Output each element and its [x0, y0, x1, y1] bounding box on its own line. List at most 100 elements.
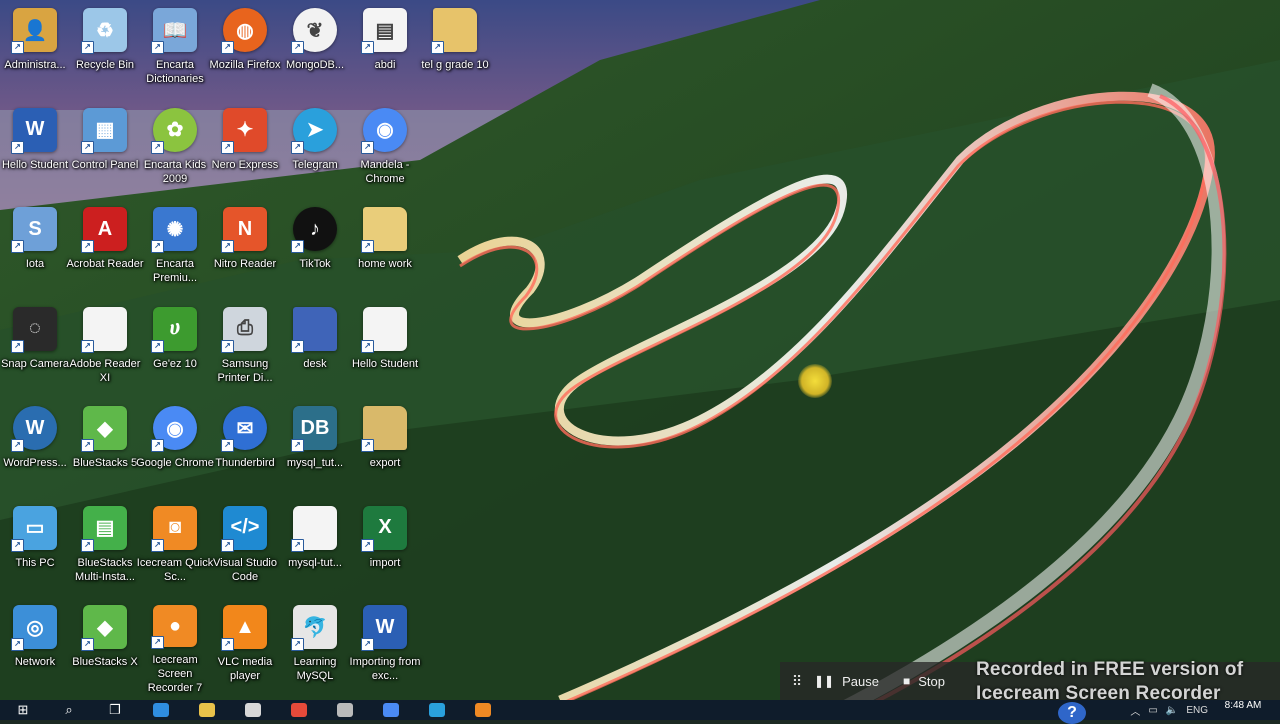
taskbar-clock[interactable]: 8:48 AM — [1218, 700, 1268, 712]
taskbar: ⊞ ⌕ ❐ ︿ ▭ 🔈 ENG — [0, 700, 1280, 720]
desktop-icon-iota-app[interactable]: S ↗ Iota — [0, 201, 70, 297]
chrome-icon — [383, 703, 399, 717]
tray-chevron-icon[interactable]: ︿ — [1130, 703, 1140, 718]
desktop-icon-label: Control Panel — [71, 158, 139, 171]
desktop-icon-blank-document[interactable]: ↗ Hello Student — [350, 301, 420, 397]
blank-document-icon: ↗ — [291, 505, 337, 552]
language-indicator[interactable]: ENG — [1186, 705, 1208, 716]
taskbar-app-icon[interactable] — [322, 700, 368, 720]
taskbar-chrome-icon[interactable] — [276, 700, 322, 720]
desktop-icon-chrome[interactable]: ◉ ↗ Google Chrome — [136, 400, 214, 496]
desktop-icon-recycle-bin[interactable]: ♻ ↗ Recycle Bin — [70, 2, 140, 98]
desktop-icon-document[interactable]: ↗ Adobe Reader XI — [70, 301, 140, 397]
desktop-icon-acrobat[interactable]: A ↗ Acrobat Reader — [66, 201, 144, 297]
pause-button[interactable]: ❚❚ Pause — [814, 674, 879, 689]
network-icon: ◎ ↗ — [11, 605, 57, 651]
desktop-icon-tiktok[interactable]: ♪ ↗ TikTok — [280, 201, 350, 297]
help-icon[interactable]: ? — [1058, 702, 1086, 724]
taskbar-search-icon[interactable]: ⌕ — [46, 700, 92, 720]
taskbar-icecream-icon[interactable] — [460, 700, 506, 720]
desktop-icon-user-folder[interactable]: 👤 ↗ Administra... — [0, 2, 70, 98]
drag-handle-icon[interactable]: ⠿ — [780, 673, 814, 690]
desktop-icon-telegram[interactable]: ➤ ↗ Telegram — [280, 102, 350, 198]
recorder-watermark: Recorded in FREE version of Icecream Scr… — [976, 659, 1244, 704]
desktop-icon-label: Ge'ez 10 — [153, 357, 197, 370]
desktop-icon-blank-document[interactable]: ↗ mysql-tut... — [280, 500, 350, 596]
desktop-icon-mongodb-leaf[interactable]: ❦ ↗ MongoDB... — [280, 2, 350, 98]
desktop-icon-folder[interactable]: ↗ tel g grade 10 — [420, 2, 490, 98]
desktop-icon-firefox[interactable]: ◍ ↗ Mozilla Firefox — [210, 2, 280, 98]
stop-button[interactable]: ■ Stop — [903, 674, 945, 689]
shortcut-arrow-icon: ↗ — [291, 439, 304, 452]
desktop-icon-control-panel[interactable]: ▦ ↗ Control Panel — [70, 102, 140, 198]
desktop-icon-bluestacks-multi[interactable]: ▤ ↗ BlueStacks Multi-Insta... — [70, 500, 140, 596]
desktop-icon-mysql-book[interactable]: 🐬 ↗ Learning MySQL — [280, 599, 350, 695]
vscode-icon: </> ↗ — [221, 505, 267, 552]
shortcut-arrow-icon: ↗ — [291, 339, 304, 353]
desktop-icon-label: Telegram — [292, 158, 338, 171]
blank-document-icon: ↗ — [361, 306, 407, 353]
desktop-icon-vscode[interactable]: </> ↗ Visual Studio Code — [210, 500, 280, 596]
stop-label: Stop — [918, 673, 945, 689]
desktop-icon-book[interactable]: 📖 ↗ Encarta Dictionaries — [140, 2, 210, 98]
desktop-icon-vlc-cone[interactable]: ▲ ↗ VLC media player — [210, 599, 280, 695]
edge-icon — [153, 703, 169, 717]
desktop-icon-folder[interactable]: ↗ export — [350, 400, 420, 496]
taskbar-telegram-icon[interactable] — [414, 700, 460, 720]
desktop-icon-nitro[interactable]: N ↗ Nitro Reader — [210, 201, 280, 297]
desktop-icon-label: Iota — [25, 258, 45, 270]
shortcut-arrow-icon: ↗ — [361, 140, 374, 154]
user-folder-icon: 👤 ↗ — [11, 8, 57, 54]
taskbar-edge-icon[interactable] — [138, 700, 184, 720]
taskbar-windows-start-icon[interactable]: ⊞ — [0, 700, 46, 720]
desktop-icon-mysql-doc[interactable]: DB ↗ mysql_tut... — [280, 400, 350, 496]
taskbar-store-icon[interactable] — [230, 700, 276, 720]
desktop-icon-label: Mozilla Firefox — [209, 59, 281, 71]
desktop-icon-excel-file[interactable]: X ↗ import — [350, 500, 420, 596]
desktop-icon-thunderbird[interactable]: ✉ ↗ Thunderbird — [210, 400, 280, 496]
desktop-icon-encarta-kids[interactable]: ✿ ↗ Encarta Kids 2009 — [140, 102, 210, 198]
desktop-icon-encarta[interactable]: ✺ ↗ Encarta Premiu... — [140, 201, 210, 297]
desktop-icon-label: abdi — [374, 59, 396, 71]
shortcut-arrow-icon: ↗ — [221, 140, 234, 154]
desktop-icon-folder[interactable]: ↗ desk — [280, 301, 350, 397]
desktop-icon-printer[interactable]: ⎙ ↗ Samsung Printer Di... — [210, 301, 280, 397]
desktop-icon-geez[interactable]: ሀ ↗ Ge'ez 10 — [140, 301, 210, 397]
desktop-icon-wordpress[interactable]: W ↗ WordPress... — [0, 400, 70, 496]
shortcut-arrow-icon: ↗ — [151, 339, 164, 353]
desktop-icon-label: MongoDB... — [285, 59, 345, 71]
desktop-icon-snap-camera[interactable]: ◌ ↗ Snap Camera — [0, 301, 70, 397]
volume-icon[interactable]: 🔈 — [1166, 705, 1178, 716]
desktop-icon-label: mysql-tut... — [288, 556, 342, 569]
desktop-icon-computer[interactable]: ▭ ↗ This PC — [0, 500, 70, 596]
desktop-icon-label: Samsung Printer Di... — [217, 357, 273, 384]
wordpress-icon: W ↗ — [11, 406, 57, 452]
desktop-icon-document-image[interactable]: ▤ ↗ abdi — [350, 2, 420, 98]
shortcut-arrow-icon: ↗ — [291, 140, 304, 154]
desktop-icon-label: Encarta Kids 2009 — [143, 158, 207, 185]
desktop-icon-folder-docs[interactable]: ↗ home work — [350, 201, 420, 297]
desktop-icon-word-doc[interactable]: W ↗ Hello Student — [0, 102, 70, 198]
shortcut-arrow-icon: ↗ — [361, 638, 374, 651]
taskbar-task-view-icon[interactable]: ❐ — [92, 700, 138, 720]
desktop-icon-word-doc[interactable]: W ↗ Importing from exc... — [350, 599, 420, 695]
taskbar-file-explorer-icon[interactable] — [184, 700, 230, 720]
desktop-icon-label: TikTok — [299, 258, 331, 270]
network-tray-icon[interactable]: ▭ — [1148, 705, 1157, 716]
recycle-bin-icon: ♻ ↗ — [81, 8, 127, 54]
desktop-icon-grid: 👤 ↗ Administra... ♻ ↗ Recycle Bin 📖 ↗ Encarta Di… — [0, 0, 489, 700]
desktop-icon-bluestacks-x[interactable]: ◆ ↗ BlueStacks X — [70, 599, 140, 695]
desktop-icon-bluestacks[interactable]: ◆ ↗ BlueStacks 5 — [70, 400, 140, 496]
desktop-icon-icecream-camera[interactable]: ◙ ↗ Icecream Quick Sc... — [137, 500, 213, 596]
desktop-icon-nero[interactable]: ✦ ↗ Nero Express — [210, 102, 280, 198]
taskbar-chrome-icon[interactable] — [368, 700, 414, 720]
desktop-icon-label: WordPress... — [3, 457, 67, 469]
desktop-icon-label: Icecream Quick Sc... — [136, 556, 214, 583]
desktop-icon-label: BlueStacks Multi-Insta... — [75, 556, 135, 583]
desktop-icon-chrome-profile[interactable]: ◉ ↗ Mandela - Chrome — [350, 102, 420, 198]
desktop-icon-network[interactable]: ◎ ↗ Network — [0, 599, 70, 695]
computer-icon: ▭ ↗ — [11, 505, 57, 552]
desktop-icon-icecream-recorder[interactable]: ● ↗ Icecream Screen Recorder 7 — [140, 599, 210, 695]
excel-file-icon: X ↗ — [361, 505, 407, 552]
chrome-profile-icon: ◉ ↗ — [361, 107, 407, 154]
